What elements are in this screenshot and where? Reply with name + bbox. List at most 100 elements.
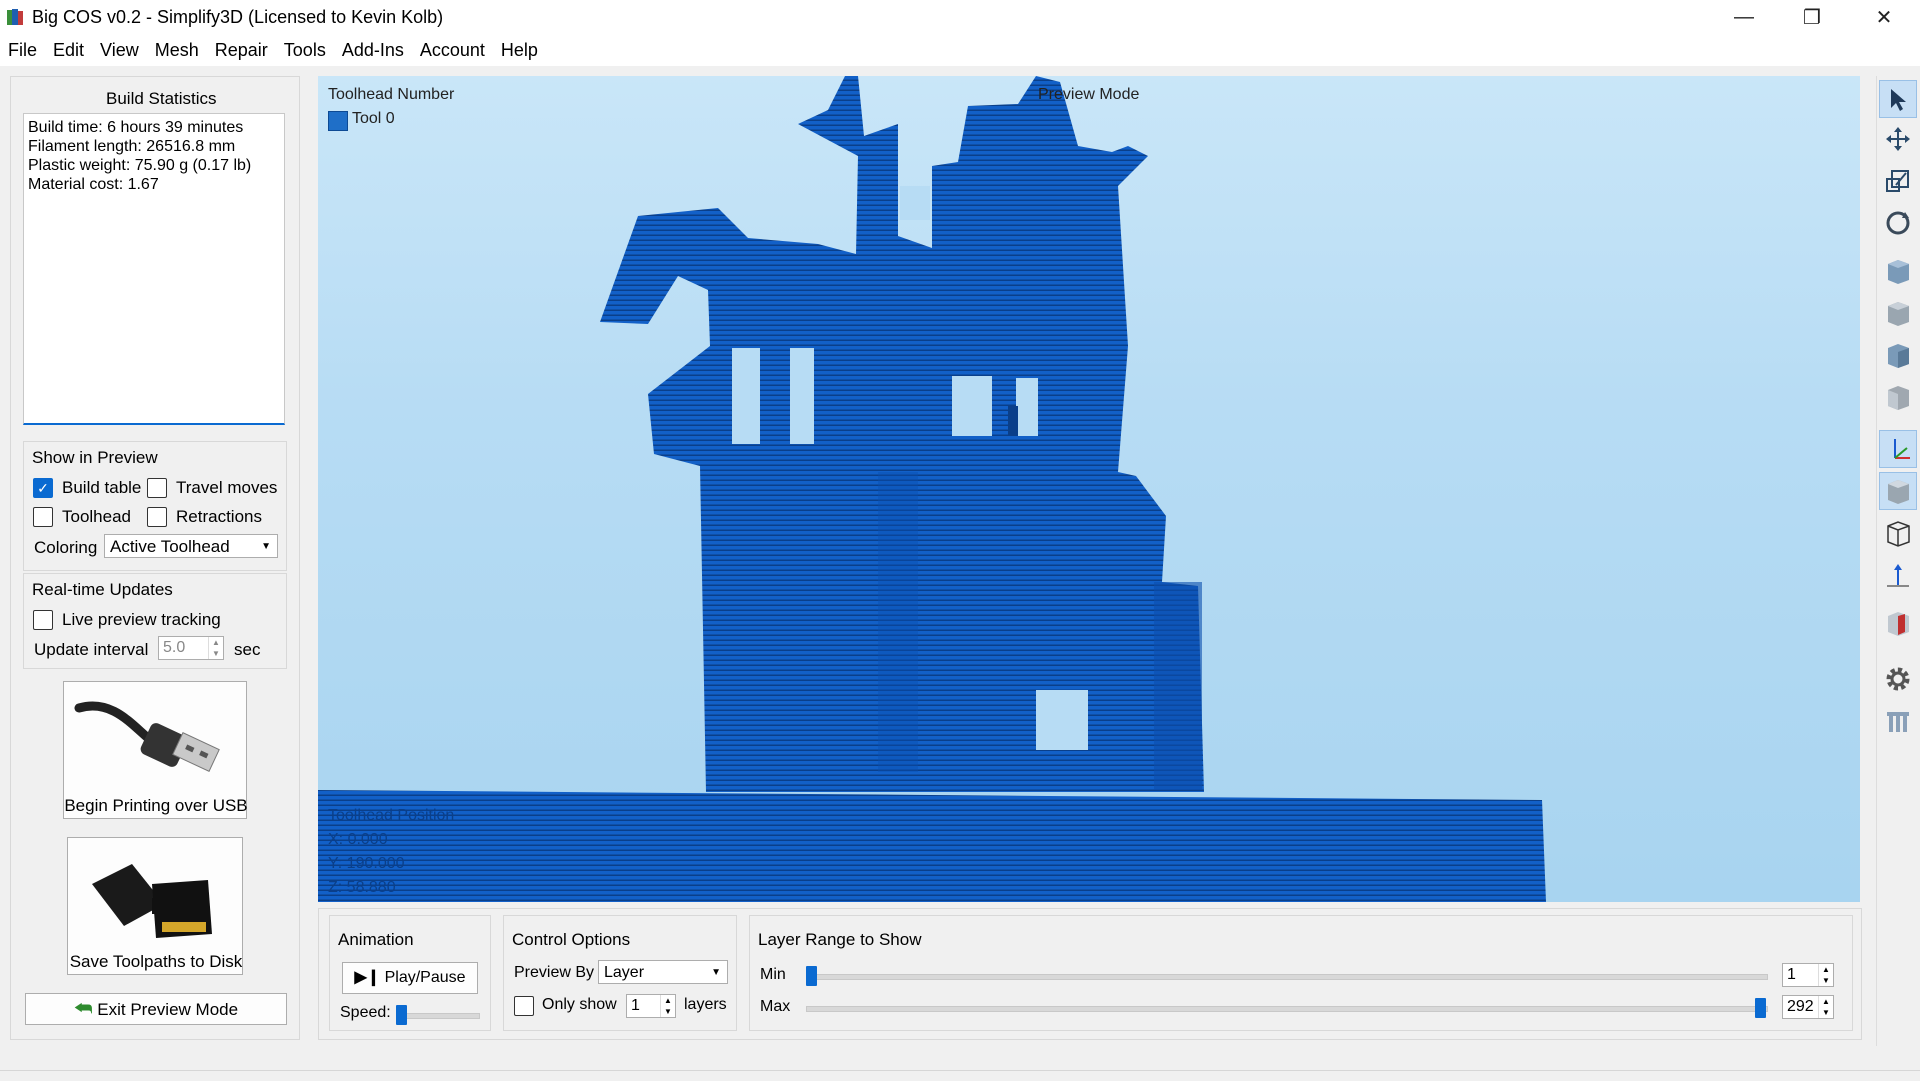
scale-icon[interactable] (1879, 162, 1917, 200)
min-slider-thumb[interactable] (806, 966, 817, 986)
update-interval-unit: sec (234, 640, 261, 659)
layers-icon[interactable] (1879, 702, 1917, 740)
solid-view-icon[interactable] (1879, 472, 1917, 510)
menu-file[interactable]: File (0, 40, 45, 61)
only-show-checkbox[interactable] (514, 996, 534, 1016)
speed-slider-track[interactable] (396, 1013, 480, 1019)
speed-label: Speed: (340, 1004, 391, 1021)
toolhead-position-block: Toolhead Position X: 0.000 Y: 190.000 Z:… (328, 804, 454, 900)
begin-printing-usb-label: Begin Printing over USB (64, 796, 248, 815)
stat-filament-length: Filament length: 26516.8 mm (28, 138, 236, 155)
axes-icon[interactable] (1879, 430, 1917, 468)
spin-arrows-icon[interactable]: ▲ ▼ (660, 995, 675, 1017)
build-table-checkbox[interactable]: ✓ (33, 478, 53, 498)
toolhead-checkbox[interactable] (33, 507, 53, 527)
max-slider-track[interactable] (806, 1006, 1768, 1012)
layer-range-title: Layer Range to Show (758, 930, 922, 949)
play-pause-icon: ▶❙ (354, 969, 381, 986)
menu-repair[interactable]: Repair (207, 40, 276, 61)
menu-add-ins[interactable]: Add-Ins (334, 40, 412, 61)
menu-edit[interactable]: Edit (45, 40, 92, 61)
toolhead-number-label: Toolhead Number (328, 86, 455, 103)
realtime-updates-group: Real-time Updates Live preview tracking … (23, 573, 287, 669)
max-slider-thumb[interactable] (1755, 998, 1766, 1018)
speed-slider-thumb[interactable] (396, 1005, 407, 1025)
min-layer-spinbox[interactable]: 1 ▲ ▼ (1782, 963, 1834, 987)
status-bar (0, 1070, 1920, 1081)
view-cube-2-icon[interactable] (1879, 294, 1917, 332)
retractions-checkbox[interactable] (147, 507, 167, 527)
minimize-button[interactable]: — (1710, 0, 1778, 34)
update-interval-label: Update interval (34, 640, 149, 659)
control-options-title: Control Options (512, 930, 631, 949)
max-layer-spinbox[interactable]: 292 ▲ ▼ (1782, 995, 1834, 1019)
move-icon[interactable] (1879, 120, 1917, 158)
spin-arrows-icon[interactable]: ▲ ▼ (208, 637, 223, 659)
max-label: Max (760, 998, 791, 1015)
tool0-label: Tool 0 (352, 110, 395, 127)
settings-gear-icon[interactable] (1879, 660, 1917, 698)
only-show-spinbox[interactable]: 1 ▲ ▼ (626, 994, 676, 1018)
normal-icon[interactable] (1879, 556, 1917, 594)
save-toolpaths-label: Save Toolpaths to Disk (69, 952, 243, 971)
update-interval-value: 5.0 (163, 639, 186, 656)
animation-group: Animation ▶❙ Play/Pause Speed: (329, 915, 491, 1031)
spin-arrows-icon[interactable]: ▲ ▼ (1818, 996, 1833, 1018)
chevron-down-icon: ▼ (261, 541, 271, 552)
wireframe-view-icon[interactable] (1879, 514, 1917, 552)
save-toolpaths-button[interactable]: Save Toolpaths to Disk (67, 837, 243, 975)
exit-preview-mode-label: Exit Preview Mode (97, 1000, 239, 1019)
update-interval-spinbox[interactable]: 5.0 ▲ ▼ (158, 636, 224, 660)
retractions-label: Retractions (176, 507, 262, 526)
min-slider-track[interactable] (806, 974, 1768, 980)
coloring-label: Coloring (34, 538, 98, 557)
live-preview-tracking-label: Live preview tracking (62, 610, 221, 629)
stat-plastic-weight: Plastic weight: 75.90 g (0.17 lb) (28, 157, 252, 174)
preview-by-dropdown[interactable]: Layer ▼ (598, 960, 728, 984)
travel-moves-label: Travel moves (176, 478, 278, 497)
show-in-preview-title: Show in Preview (32, 448, 158, 467)
spin-arrows-icon[interactable]: ▲ ▼ (1818, 964, 1833, 986)
restore-button[interactable]: ❐ (1778, 0, 1846, 34)
view-cube-4-icon[interactable] (1879, 378, 1917, 416)
stat-build-time: Build time: 6 hours 39 minutes (28, 119, 244, 136)
coloring-dropdown[interactable]: Active Toolhead ▼ (104, 534, 278, 558)
menu-account[interactable]: Account (412, 40, 493, 61)
chevron-down-icon: ▼ (711, 967, 721, 978)
3d-preview-viewport[interactable]: Toolhead Number Tool 0 Preview Mode Tool… (318, 76, 1860, 902)
show-in-preview-group: Show in Preview ✓ Build table Travel mov… (23, 441, 287, 571)
play-pause-button[interactable]: ▶❙ Play/Pause (342, 962, 478, 994)
live-preview-tracking-checkbox[interactable] (33, 610, 53, 630)
menu-mesh[interactable]: Mesh (147, 40, 207, 61)
min-layer-value: 1 (1787, 966, 1796, 983)
menu-help[interactable]: Help (493, 40, 546, 61)
usb-cable-icon (74, 701, 220, 772)
toolhead-position-title: Toolhead Position (328, 807, 455, 824)
preview-by-value: Layer (604, 964, 645, 981)
travel-moves-checkbox[interactable] (147, 478, 167, 498)
view-cube-3-icon[interactable] (1879, 336, 1917, 374)
simplify3d-logo-icon (7, 9, 23, 25)
menu-view[interactable]: View (92, 40, 147, 61)
only-show-label: Only show (542, 996, 617, 1013)
toolhead-x: X: 0.000 (328, 831, 388, 848)
build-statistics-box: Build time: 6 hours 39 minutes Filament … (23, 113, 285, 425)
view-cube-1-icon[interactable] (1879, 252, 1917, 290)
toolhead-z: Z: 58.880 (328, 879, 396, 896)
build-table-label: Build table (62, 478, 142, 497)
rotate-icon[interactable] (1879, 204, 1917, 242)
preview-by-label: Preview By (514, 964, 595, 981)
play-pause-label: Play/Pause (384, 969, 466, 986)
exit-preview-mode-button[interactable]: ⮪ Exit Preview Mode (25, 993, 287, 1025)
select-icon[interactable] (1879, 80, 1917, 118)
stat-material-cost: Material cost: 1.67 (28, 176, 159, 193)
build-statistics-title: Build Statistics (106, 89, 217, 108)
title-bar: Big COS v0.2 - Simplify3D (Licensed to K… (0, 0, 1920, 34)
realtime-updates-title: Real-time Updates (32, 580, 173, 599)
begin-printing-usb-button[interactable]: Begin Printing over USB (63, 681, 248, 819)
menu-tools[interactable]: Tools (276, 40, 334, 61)
section-icon[interactable] (1879, 604, 1917, 642)
coloring-value: Active Toolhead (110, 537, 230, 556)
bottom-controls: Animation ▶❙ Play/Pause Speed: Control O… (318, 908, 1862, 1040)
close-button[interactable]: ✕ (1850, 0, 1918, 34)
